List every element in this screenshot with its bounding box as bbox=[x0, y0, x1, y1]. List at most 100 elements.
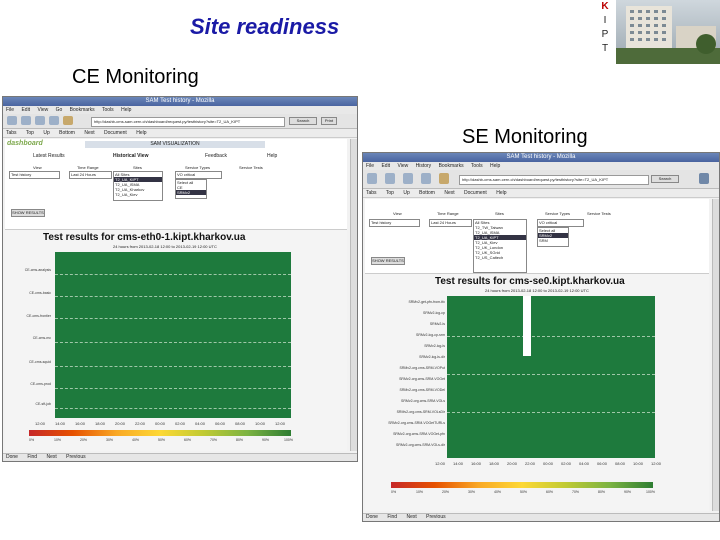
service-types-select[interactable]: VO critical bbox=[175, 171, 222, 179]
menu-bookmarks[interactable]: Bookmarks bbox=[70, 107, 95, 113]
home-icon[interactable] bbox=[63, 116, 73, 125]
menu-help[interactable]: Help bbox=[121, 107, 131, 113]
find-next-button[interactable]: Next bbox=[406, 514, 416, 520]
find-previous-button[interactable]: Previous bbox=[66, 454, 85, 460]
back-button[interactable] bbox=[367, 173, 377, 184]
bookmark-item[interactable]: Next bbox=[444, 190, 454, 196]
bookmark-item[interactable]: Up bbox=[43, 130, 49, 136]
scale-tick: 50% bbox=[520, 490, 528, 494]
vertical-scrollbar[interactable] bbox=[350, 139, 357, 451]
window-title: SAM Test history - Mozilla bbox=[3, 97, 357, 106]
menu-history[interactable]: History bbox=[416, 163, 432, 169]
sites-list[interactable]: All Sites T2_TW_Taiwan T2_UA_ISMA T2_UA_… bbox=[473, 219, 527, 273]
back-button[interactable] bbox=[7, 116, 17, 125]
print-button[interactable]: Print bbox=[321, 117, 337, 125]
url-field[interactable]: http://dashb-cms-sam.cern.ch/dashboard/r… bbox=[91, 117, 285, 127]
gridline bbox=[447, 336, 655, 337]
menu-tools[interactable]: Tools bbox=[102, 107, 114, 113]
x-tick: 20:00 bbox=[507, 461, 518, 466]
bookmark-item[interactable]: Up bbox=[403, 190, 409, 196]
stop-button[interactable] bbox=[49, 116, 59, 125]
menu-file[interactable]: File bbox=[6, 107, 14, 113]
menu-go[interactable]: Go bbox=[56, 107, 63, 113]
row-label: CE-cms-analysis bbox=[24, 268, 51, 272]
menu-edit[interactable]: Edit bbox=[381, 163, 390, 169]
x-axis: 12:00 14:00 16:00 18:00 20:00 22:00 00:0… bbox=[435, 461, 675, 467]
tab-help[interactable]: Help bbox=[267, 153, 277, 159]
dashboard-logo: dashboard bbox=[7, 140, 43, 147]
menu-view[interactable]: View bbox=[37, 107, 48, 113]
x-tick: 08:00 bbox=[615, 461, 626, 466]
sites-list[interactable]: All Sites T2_UA_KIPT T2_UA_ISMA T2_UA_Kh… bbox=[113, 171, 163, 201]
x-tick: 10:00 bbox=[633, 461, 644, 466]
bookmark-item[interactable]: Top bbox=[386, 190, 394, 196]
gridline bbox=[447, 374, 655, 375]
show-results-button[interactable]: SHOW RESULTS bbox=[11, 209, 45, 217]
service-tests-list[interactable]: Select all CE SRMv2 bbox=[175, 179, 207, 199]
home-icon[interactable] bbox=[439, 173, 449, 184]
reload-button[interactable] bbox=[403, 173, 413, 184]
find-button[interactable]: Find bbox=[387, 514, 397, 520]
test-option[interactable]: SRM bbox=[538, 238, 568, 243]
bookmark-item[interactable]: Tabs bbox=[6, 130, 17, 136]
bookmark-item[interactable]: Help bbox=[136, 130, 146, 136]
view-select[interactable]: Test history bbox=[369, 219, 420, 227]
search-button[interactable]: Search bbox=[651, 175, 679, 183]
menu-file[interactable]: File bbox=[366, 163, 374, 169]
tab-latest[interactable]: Latest Results bbox=[33, 153, 65, 159]
site-option[interactable]: T2_UA_Kiev bbox=[114, 192, 162, 197]
bookmark-item[interactable]: Bottom bbox=[59, 130, 75, 136]
status-bar: Done Find Next Previous bbox=[363, 513, 719, 521]
reload-button[interactable] bbox=[35, 116, 45, 125]
bookmark-item[interactable]: Top bbox=[26, 130, 34, 136]
find-next-button[interactable]: Next bbox=[46, 454, 56, 460]
time-range-select[interactable]: Last 24 Hours bbox=[69, 171, 112, 179]
chart-panel: Test results for cms-se0.kipt.kharkov.ua… bbox=[365, 273, 709, 511]
view-select[interactable]: Test history bbox=[9, 171, 60, 179]
vertical-scrollbar[interactable] bbox=[712, 199, 719, 511]
bookmark-item[interactable]: Document bbox=[104, 130, 127, 136]
url-field[interactable]: http://dashb-cms-sam.cern.ch/dashboard/r… bbox=[459, 175, 649, 185]
menu-view[interactable]: View bbox=[397, 163, 408, 169]
time-range-select[interactable]: Last 24 Hours bbox=[429, 219, 472, 227]
bookmark-item[interactable]: Tabs bbox=[366, 190, 377, 196]
site-option[interactable]: T2_US_Caltech bbox=[474, 255, 526, 260]
status-bar: Done Find Next Previous bbox=[3, 453, 357, 461]
results-grid bbox=[55, 252, 291, 418]
row-label: SRMv2-org.cms-SRM-VODel bbox=[399, 388, 445, 392]
find-previous-button[interactable]: Previous bbox=[426, 514, 445, 520]
menu-bookmarks[interactable]: Bookmarks bbox=[439, 163, 464, 169]
row-label: SRMv2-org.cms-SRM-VOGetTURLs bbox=[388, 421, 445, 425]
test-option[interactable]: SRMv2 bbox=[176, 190, 206, 195]
bookmark-item[interactable]: Help bbox=[496, 190, 506, 196]
service-tests-list[interactable]: Select all SRMv2 SRM bbox=[537, 227, 569, 247]
forward-button[interactable] bbox=[21, 116, 31, 125]
scale-tick: 10% bbox=[416, 490, 424, 494]
row-label: CE-cms-frontier bbox=[26, 314, 51, 318]
stop-button[interactable] bbox=[421, 173, 431, 184]
results-grid bbox=[447, 296, 655, 458]
tab-historical[interactable]: Historical View bbox=[113, 153, 148, 159]
forward-button[interactable] bbox=[385, 173, 395, 184]
bookmark-item[interactable]: Document bbox=[464, 190, 487, 196]
show-results-button[interactable]: SHOW RESULTS bbox=[371, 257, 405, 265]
navigation-toolbar: http://dashb-cms-sam.cern.ch/dashboard/r… bbox=[3, 114, 357, 129]
menu-help[interactable]: Help bbox=[490, 163, 500, 169]
menu-bar: File Edit View Go Bookmarks Tools Help bbox=[3, 106, 357, 114]
row-label: CE-sft-job bbox=[35, 402, 51, 406]
x-tick: 14:00 bbox=[453, 461, 464, 466]
find-button[interactable]: Find bbox=[27, 454, 37, 460]
menu-edit[interactable]: Edit bbox=[21, 107, 30, 113]
bookmarks-bar: Tabs Top Up Bottom Next Document Help bbox=[363, 189, 719, 198]
view-label: View bbox=[393, 211, 402, 216]
search-button[interactable]: Search bbox=[289, 117, 317, 125]
view-label: View bbox=[33, 165, 42, 170]
service-types-select[interactable]: VO critical bbox=[537, 219, 584, 227]
bookmark-item[interactable]: Bottom bbox=[419, 190, 435, 196]
menu-tools[interactable]: Tools bbox=[471, 163, 483, 169]
tab-feedback[interactable]: Feedback bbox=[205, 153, 227, 159]
bookmark-item[interactable]: Next bbox=[84, 130, 94, 136]
x-tick: 16:00 bbox=[471, 461, 482, 466]
grid-icon[interactable] bbox=[699, 173, 709, 184]
row-label: SRMv2-lcg-cp bbox=[423, 311, 445, 315]
